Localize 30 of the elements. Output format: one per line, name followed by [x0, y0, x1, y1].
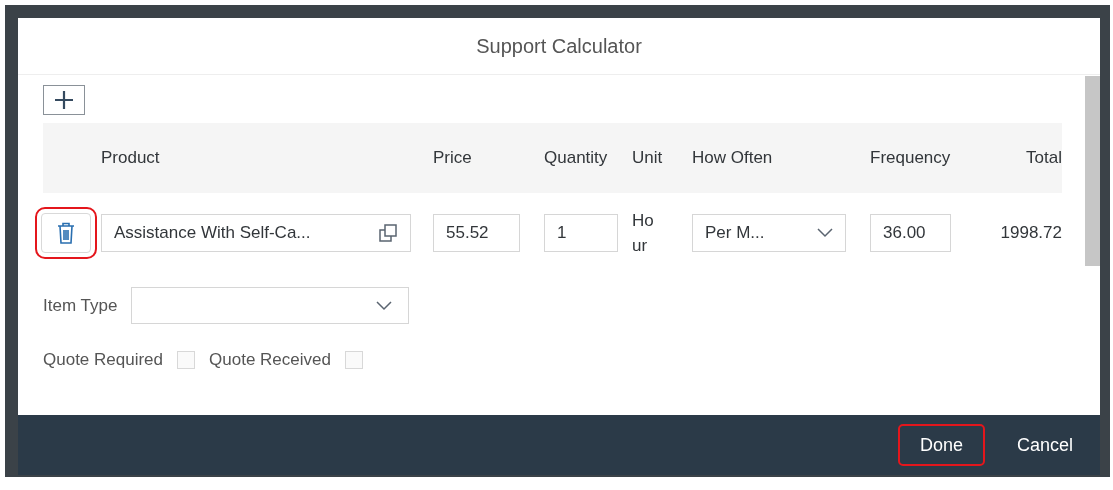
checkbox-label: Quote Required: [43, 350, 164, 370]
checkbox-label: Quote Received: [209, 350, 331, 370]
column-header: Quantity: [544, 146, 609, 169]
checkbox[interactable]: [177, 351, 196, 369]
quantity-field[interactable]: 1: [544, 214, 618, 252]
footer-button[interactable]: Done: [897, 424, 985, 466]
scrollbar-thumb[interactable]: [1085, 76, 1100, 266]
checkbox[interactable]: [344, 351, 363, 369]
column-header: Frequency: [870, 146, 952, 169]
trash-icon: [57, 222, 75, 244]
price-field[interactable]: 55.52: [433, 214, 520, 252]
column-header: Unit: [632, 146, 664, 169]
column-header: Product: [101, 146, 161, 169]
column-header: Total: [1026, 146, 1062, 169]
product-field[interactable]: Assistance With Self-Ca...: [101, 214, 411, 252]
column-header: Price: [433, 146, 473, 169]
unit-text: Hour: [632, 209, 655, 257]
plus-icon: [54, 90, 74, 110]
chevron-down-icon: [817, 228, 833, 238]
how-often-dropdown[interactable]: Per M...: [692, 214, 846, 252]
chevron-down-icon: [376, 300, 393, 311]
total-value: 1998.72: [1000, 223, 1062, 243]
dialog-title: Support Calculator: [18, 18, 1100, 75]
footer-button[interactable]: Cancel: [994, 424, 1095, 466]
copy-icon: [378, 223, 398, 243]
item-type-label: Item Type: [43, 295, 118, 316]
frequency-field[interactable]: 36.00: [870, 214, 951, 252]
add-button[interactable]: [43, 85, 85, 115]
column-header: How Often: [692, 146, 774, 169]
item-type-dropdown[interactable]: [131, 287, 410, 324]
